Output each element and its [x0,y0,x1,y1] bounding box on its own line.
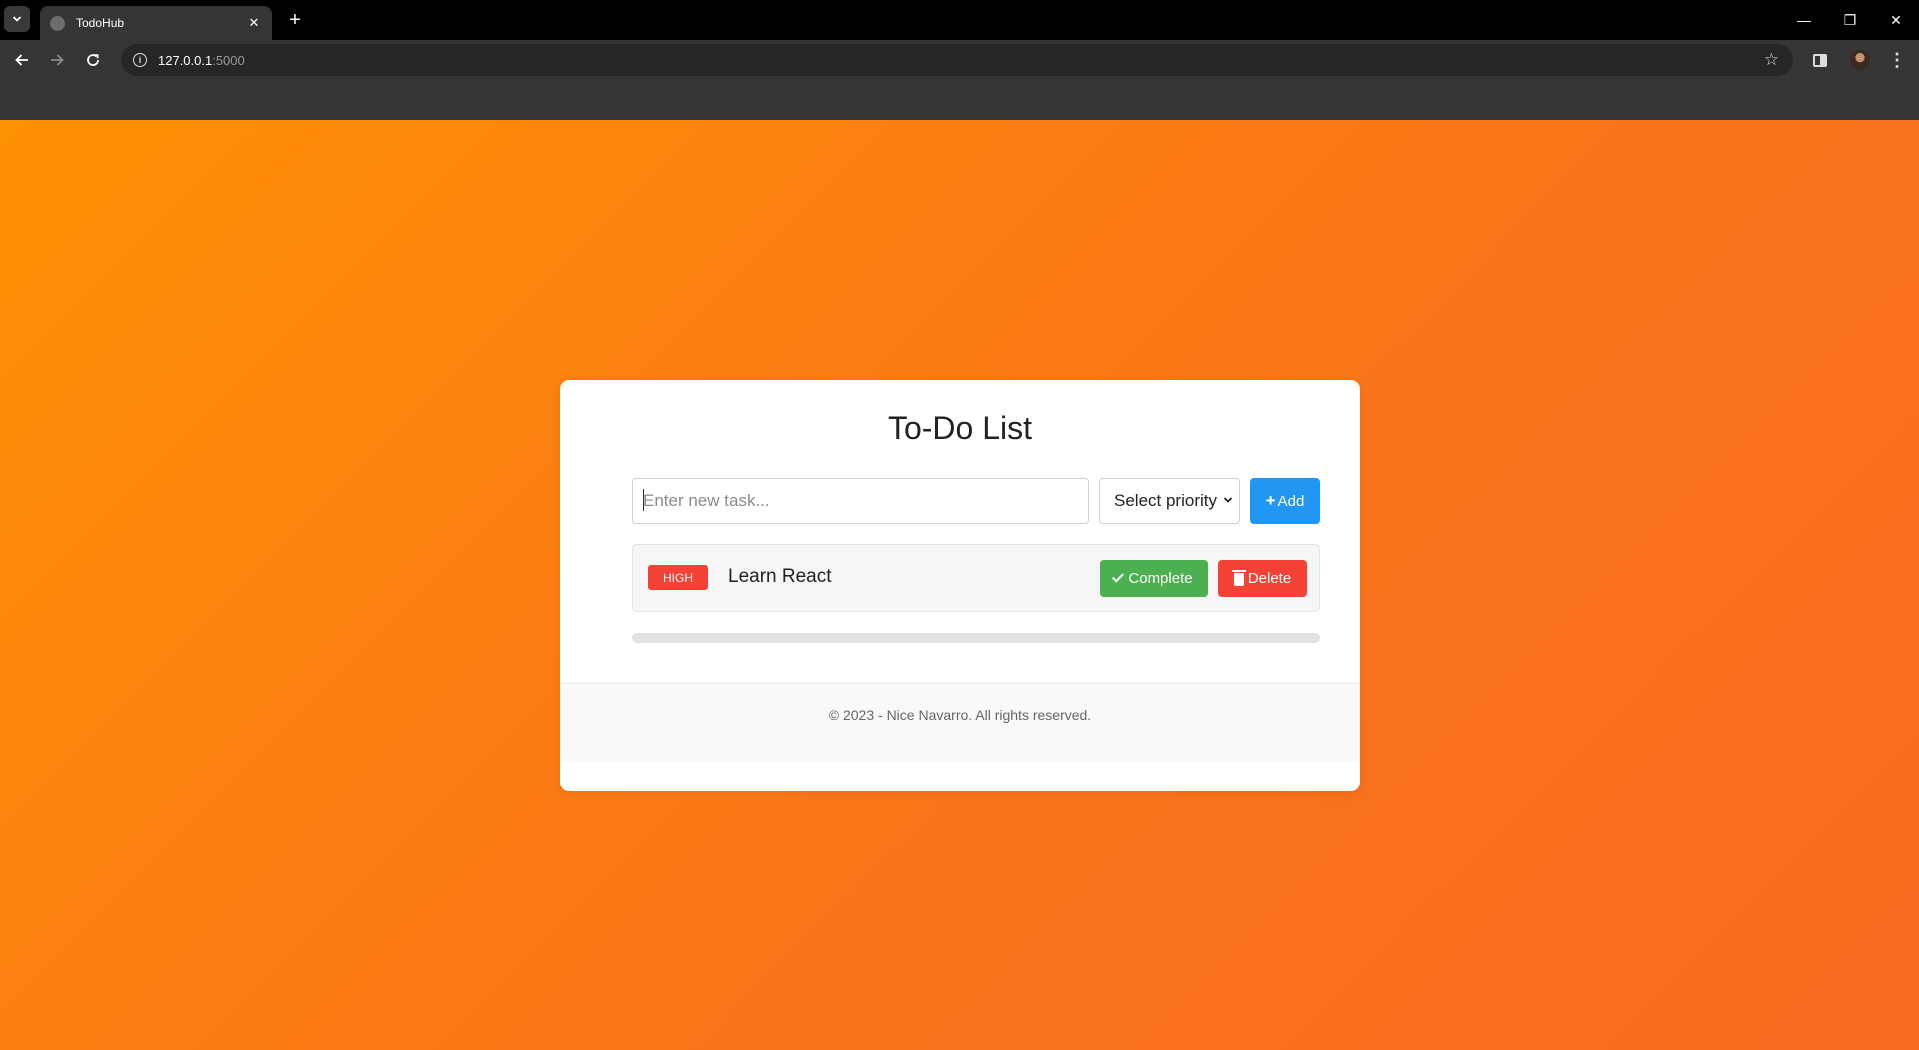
page-title: To-Do List [887,410,1033,446]
address-bar[interactable]: i 127.0.0.1:5000 ☆ [121,44,1793,76]
complete-button[interactable]: Complete [1100,560,1208,597]
tab-search-button[interactable] [4,6,30,32]
forward-arrow-icon[interactable] [42,45,72,75]
restore-icon[interactable]: ❐ [1827,0,1873,40]
side-panel-icon [1813,53,1827,67]
add-task-button[interactable]: + Add [1250,478,1320,524]
globe-icon [50,15,65,31]
side-panel-button[interactable] [1805,45,1835,75]
chevron-down-icon [1223,494,1233,508]
task-input[interactable] [632,478,1089,524]
minimize-icon[interactable]: — [1781,0,1827,40]
text-caret [643,489,644,511]
close-window-icon[interactable]: ✕ [1873,0,1919,40]
browser-menu-button[interactable]: ⋮ [1882,45,1912,75]
delete-button-label: Delete [1247,570,1292,587]
page-background: To-Do List Select priority + Add HIGH Le… [0,120,1919,1050]
check-icon [1112,570,1125,583]
delete-button[interactable]: Delete [1218,560,1307,597]
priority-badge: HIGH [648,565,708,590]
new-tab-button[interactable]: + [282,7,308,33]
browser-tab-bar: TodoHub ✕ + — ❐ ✕ [0,0,1919,40]
chevron-down-icon [12,16,22,22]
priority-select-value: Select priority [1114,491,1217,510]
task-text: Learn React [728,566,832,587]
back-arrow-icon[interactable] [7,45,37,75]
plus-icon: + [1265,491,1276,510]
url-port: :5000 [212,52,245,68]
trash-icon [1231,570,1246,586]
todo-card: To-Do List Select priority + Add HIGH Le… [560,380,1360,791]
site-info-icon[interactable]: i [133,53,147,67]
reload-icon[interactable] [78,45,108,75]
add-button-label: Add [1277,492,1305,510]
tab-title: TodoHub [76,16,125,30]
priority-select[interactable]: Select priority [1099,478,1240,524]
progress-bar [632,633,1320,643]
url-host: 127.0.0.1 [158,52,213,68]
card-footer: © 2023 - Nice Navarro. All rights reserv… [560,683,1360,761]
task-item: HIGH Learn React Complete Delete [632,544,1320,612]
bookmark-star-icon[interactable]: ☆ [1764,50,1779,70]
footer-text: © 2023 - Nice Navarro. All rights reserv… [828,707,1092,723]
browser-tab[interactable]: TodoHub ✕ [40,6,272,40]
complete-button-label: Complete [1128,570,1193,587]
profile-button[interactable] [1845,45,1875,75]
bookmarks-bar [0,80,1919,120]
avatar [1850,50,1870,70]
browser-toolbar: i 127.0.0.1:5000 ☆ ⋮ [0,40,1919,80]
window-controls: — ❐ ✕ [1781,0,1919,40]
close-tab-icon[interactable]: ✕ [246,15,262,31]
more-vert-icon: ⋮ [1888,49,1906,70]
